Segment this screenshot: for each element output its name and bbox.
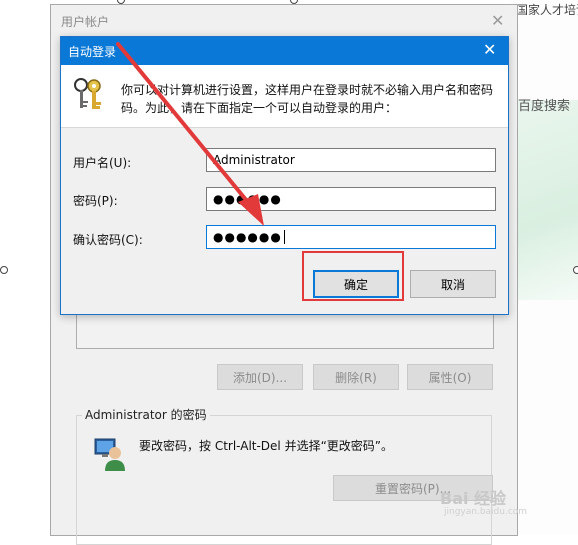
- background-search-text: 百度搜索: [518, 99, 571, 114]
- close-icon[interactable]: ✕: [491, 11, 504, 30]
- intro-line-2: 码。为此，请在下面指定一个可以自动登录的用户：: [121, 101, 398, 115]
- password-value: ●●●●●●: [213, 192, 282, 206]
- password-label: 密码(P):: [73, 194, 118, 208]
- confirm-password-label: 确认密码(C):: [73, 233, 143, 247]
- username-value: Administrator: [213, 153, 295, 167]
- dialog-title: 自动登录: [68, 45, 117, 59]
- intro-line-1: 你可以对计算机进行设置，这样用户在登录时就不必输入用户名和密码: [121, 83, 494, 97]
- add-button[interactable]: 添加(D)...: [217, 364, 303, 390]
- highlight-box: [302, 251, 404, 301]
- dialog-titlebar[interactable]: 自动登录 ✕: [61, 37, 508, 65]
- watermark-subtext: jingyan.baidu.com: [444, 507, 528, 517]
- intro-pane: 你可以对计算机进行设置，这样用户在登录时就不必输入用户名和密码 码。为此，请在下…: [61, 65, 508, 128]
- watermark-text: Bai 经验: [440, 489, 507, 508]
- background-heading: 国家人才培训网: [516, 3, 578, 15]
- username-input[interactable]: Administrator: [206, 148, 496, 172]
- resize-handle-right[interactable]: [573, 266, 578, 274]
- window-title: 用户帐户: [61, 15, 110, 29]
- text-caret: [283, 230, 285, 244]
- resize-handle-left[interactable]: [0, 266, 8, 274]
- background-graphic: [510, 100, 578, 300]
- background-page: 国家人才培训网 百度搜索: [510, 0, 578, 534]
- password-group-label: Administrator 的密码: [82, 406, 210, 423]
- keys-icon: [74, 78, 101, 109]
- properties-button[interactable]: 属性(O): [407, 364, 493, 390]
- confirm-password-input[interactable]: ●●●●●●: [206, 225, 496, 249]
- password-instruction: 要改密码，按 Ctrl-Alt-Del 并选择“更改密码”。: [139, 439, 394, 453]
- cancel-button[interactable]: 取消: [410, 270, 496, 298]
- username-label: 用户名(U):: [73, 156, 132, 170]
- auto-login-dialog: 自动登录 ✕ 你可以对计算机进行设置，这样用户在登录时就不必输入用户名和密码 码…: [60, 36, 509, 315]
- dialog-close-icon[interactable]: ✕: [483, 40, 496, 59]
- user-list[interactable]: [76, 313, 494, 349]
- confirm-password-value: ●●●●●●: [213, 230, 282, 244]
- password-input[interactable]: ●●●●●●: [206, 187, 496, 211]
- intro-text: 你可以对计算机进行设置，这样用户在登录时就不必输入用户名和密码 码。为此，请在下…: [121, 81, 501, 117]
- watermark: Bai 经验 jingyan.baidu.com: [440, 485, 527, 517]
- remove-button[interactable]: 删除(R): [313, 364, 399, 390]
- user-monitor-icon: [94, 438, 125, 471]
